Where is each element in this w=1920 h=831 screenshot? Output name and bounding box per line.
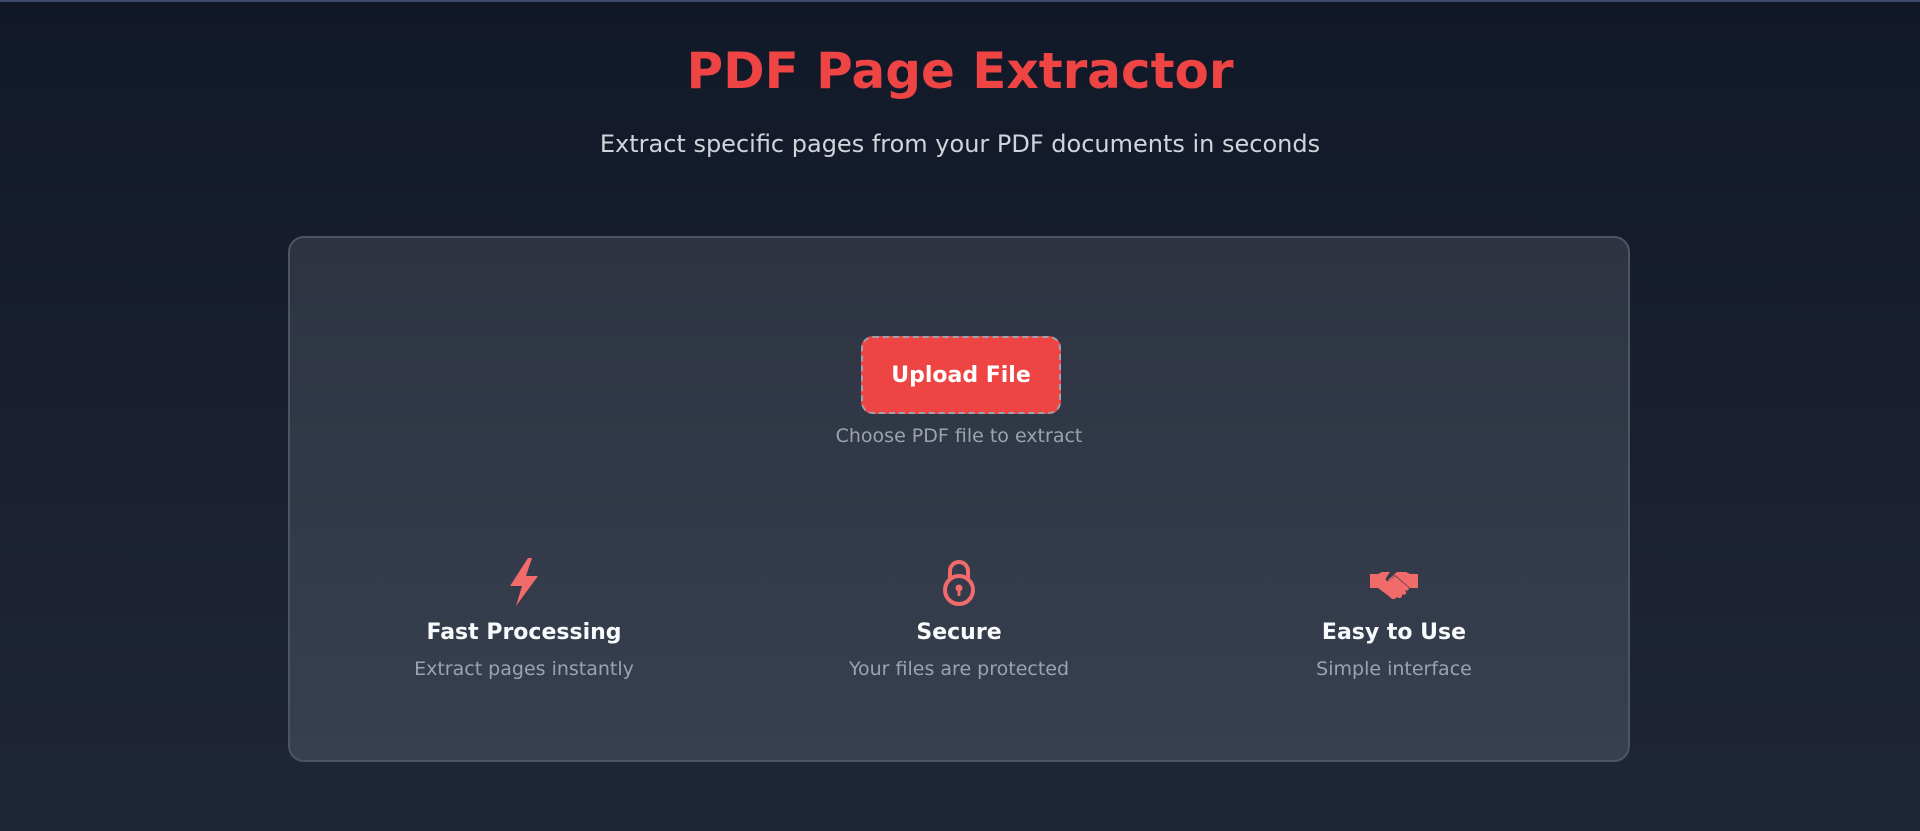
handshake-icon (1370, 572, 1418, 600)
upload-card: Upload File Choose PDF file to extract F… (288, 236, 1630, 762)
padlock-icon (943, 560, 975, 606)
lightning-bolt-icon (510, 558, 538, 606)
feature-secure: Secure Your files are protected (809, 556, 1109, 682)
feature-title: Easy to Use (1321, 620, 1467, 645)
page-title: PDF Page Extractor (686, 42, 1234, 100)
page-subtitle: Extract specific pages from your PDF doc… (599, 130, 1321, 158)
feature-easy-to-use: Easy to Use Simple interface (1244, 556, 1544, 682)
upload-file-button[interactable]: Upload File (861, 336, 1061, 414)
features-row: Fast Processing Extract pages instantly … (290, 556, 1628, 706)
feature-description: Simple interface (1316, 658, 1472, 680)
upload-hint: Choose PDF file to extract (835, 425, 1083, 447)
top-accent-line (0, 0, 1920, 2)
feature-title: Secure (916, 620, 1002, 645)
feature-fast-processing: Fast Processing Extract pages instantly (374, 556, 674, 682)
feature-title: Fast Processing (426, 620, 622, 645)
feature-description: Extract pages instantly (414, 658, 634, 680)
feature-description: Your files are protected (848, 658, 1070, 680)
